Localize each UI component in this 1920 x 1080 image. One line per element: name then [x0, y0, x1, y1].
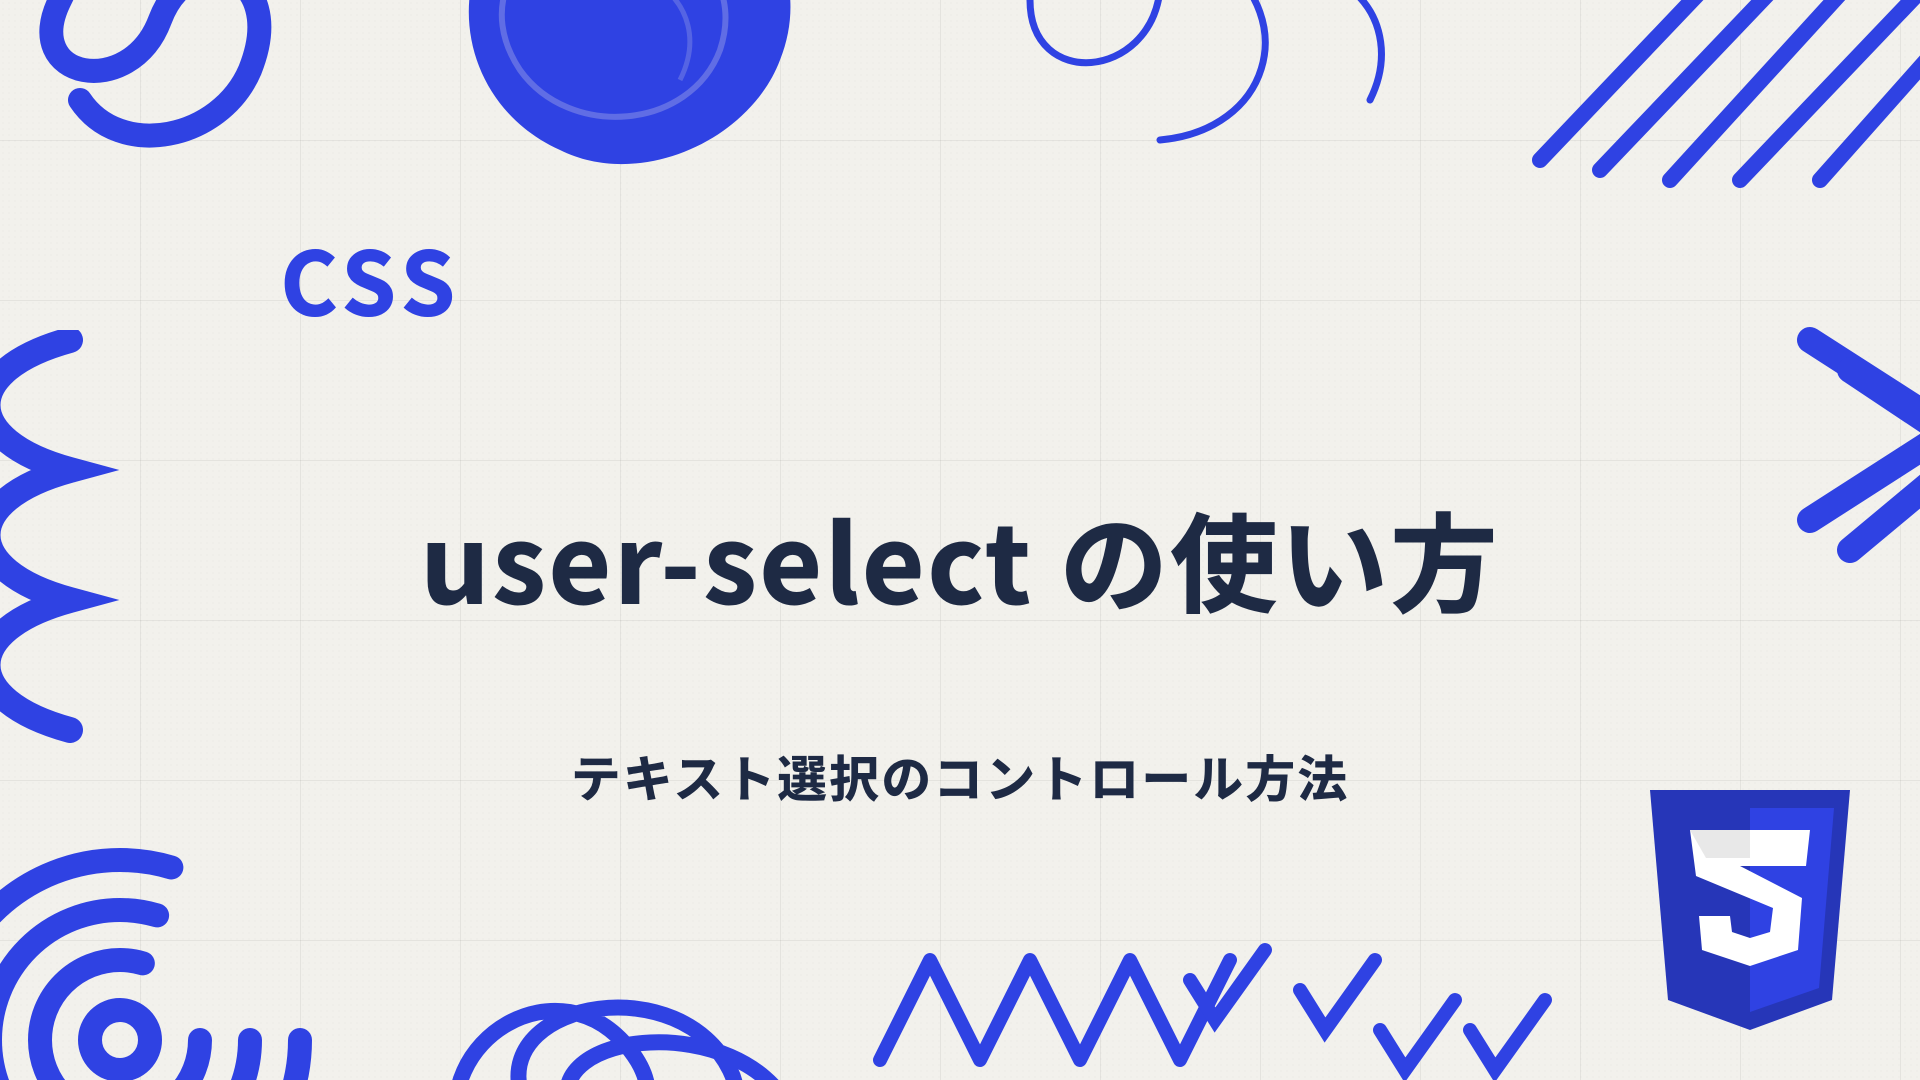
- doodle-concentric-icon: [0, 830, 330, 1080]
- doodle-spiral-icon: [940, 0, 1420, 170]
- doodle-scribble-icon: [420, 900, 840, 1080]
- page-title: user-select の使い方: [420, 480, 1500, 636]
- page-subtitle: テキスト選択のコントロール方法: [571, 740, 1350, 812]
- doodle-blob-icon: [420, 0, 840, 200]
- doodle-zigzag-icon: [870, 930, 1270, 1080]
- css3-logo-icon: [1630, 780, 1870, 1050]
- doodle-arrow-icon: [1780, 320, 1920, 580]
- category-label: CSS: [280, 215, 462, 342]
- thumbnail-canvas: CSS user-select の使い方 テキスト選択のコントロール方法: [0, 0, 1920, 1080]
- doodle-squiggle-icon: [0, 330, 130, 750]
- doodle-ticks-icon: [1170, 920, 1590, 1080]
- doodle-loops-icon: [0, 0, 310, 190]
- doodle-hatch-icon: [1520, 0, 1920, 190]
